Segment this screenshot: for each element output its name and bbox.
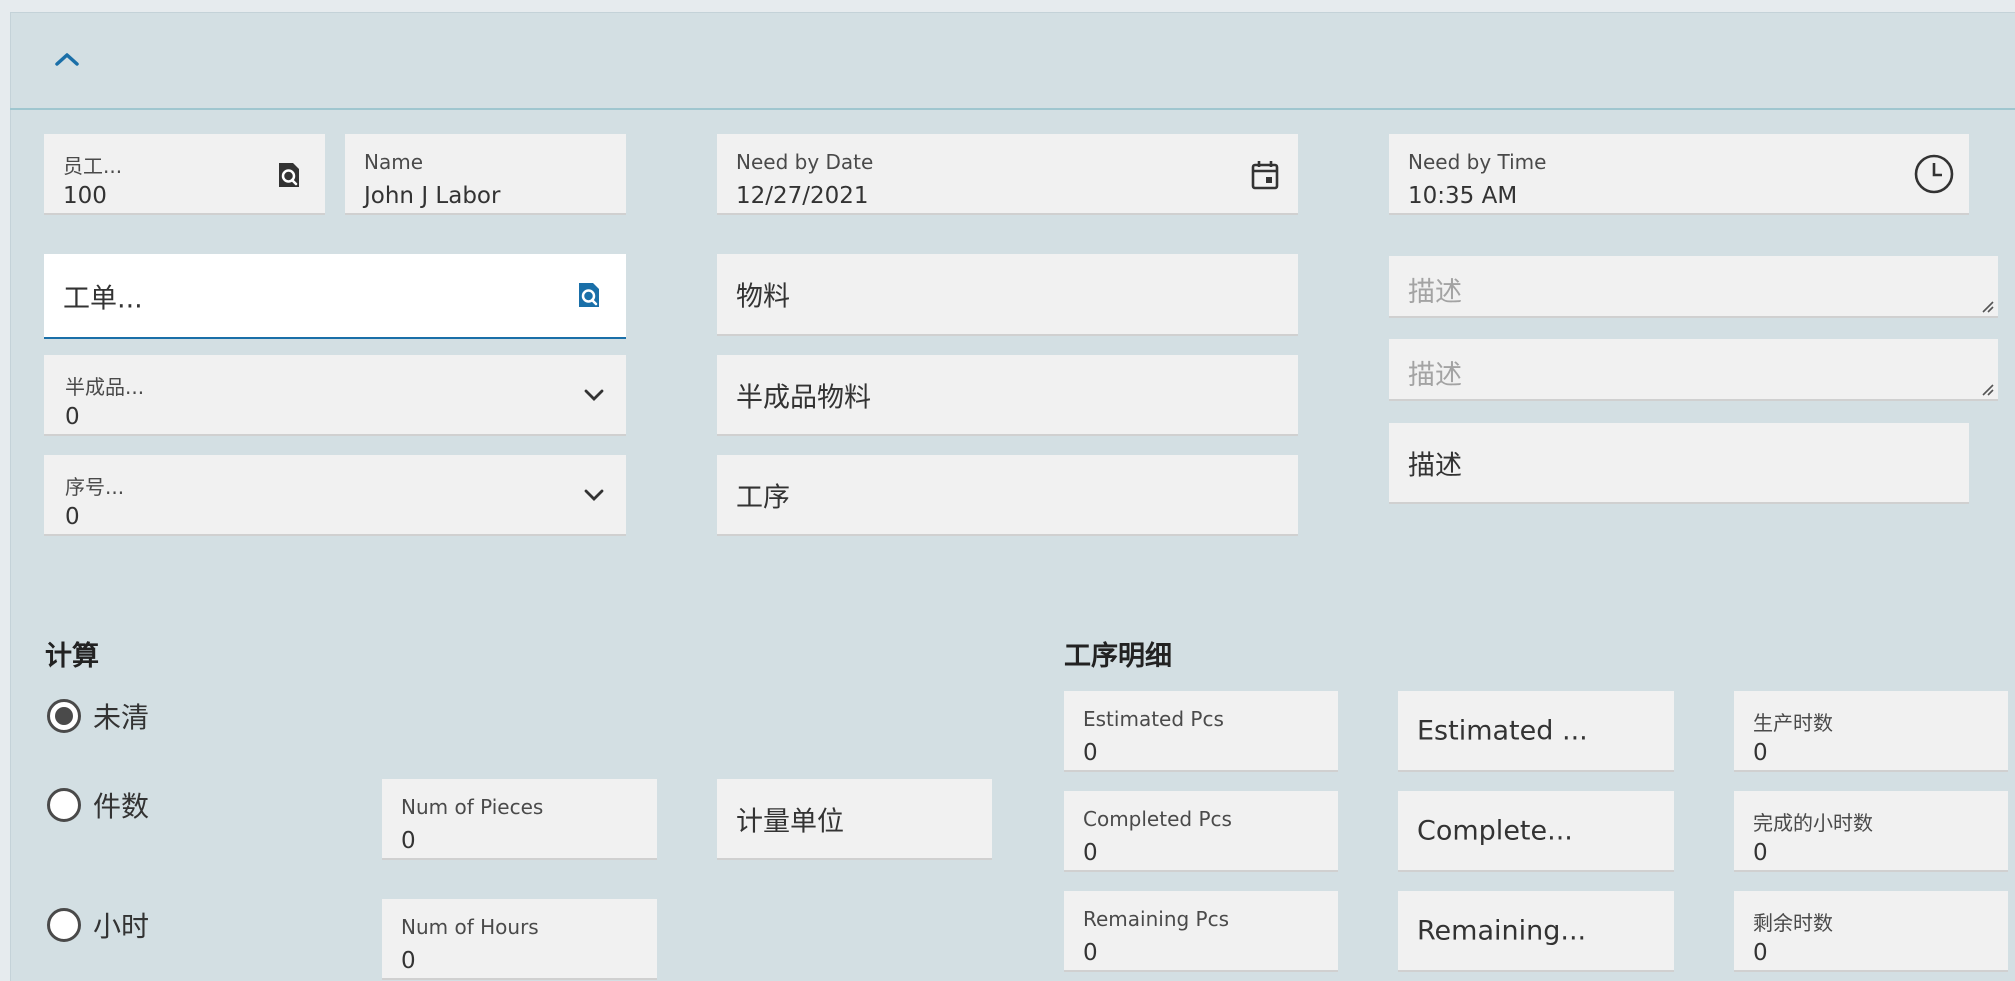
operation-desc-text: 工序 — [736, 482, 790, 513]
radio-pieces-label: 件数 — [93, 790, 150, 823]
collapse-button[interactable] — [52, 48, 82, 74]
need-by-date-value: 12/27/2021 — [736, 183, 869, 209]
num-hours-label: Num of Hours — [401, 915, 539, 939]
radio-dot — [55, 707, 73, 725]
prod-hours-value: 0 — [1753, 740, 1768, 766]
part-text: 物料 — [736, 281, 790, 313]
resize-handle-icon[interactable] — [1980, 298, 1994, 313]
assembly-part-field: 半成品物料 — [717, 355, 1298, 436]
radio-hours-label: 小时 — [93, 910, 150, 943]
chevron-down-icon[interactable] — [582, 383, 606, 407]
operation-value: 0 — [65, 504, 80, 530]
chevron-down-icon[interactable] — [582, 483, 606, 507]
remaining-pcs-label: Remaining Pcs — [1083, 907, 1230, 931]
name-value: John J Labor — [364, 183, 501, 209]
radio-circle — [47, 908, 81, 942]
description-text-3: 描述 — [1408, 450, 1462, 481]
job-placeholder: 工单... — [63, 283, 143, 314]
remaining-hours-field: 剩余时数 0 — [1734, 891, 2008, 972]
remaining-uom-field: Remaining... — [1398, 891, 1674, 972]
search-icon[interactable] — [274, 160, 304, 190]
assembly-value: 0 — [65, 404, 80, 430]
prod-hours-field: 生产时数 0 — [1734, 691, 2008, 772]
assembly-label: 半成品... — [65, 375, 145, 399]
operation-label: 序号... — [65, 475, 125, 499]
completed-hours-field: 完成的小时数 0 — [1734, 791, 2008, 872]
resize-handle-icon[interactable] — [1980, 381, 1994, 396]
calc-section-title: 计算 — [45, 641, 99, 672]
completed-uom-text: Complete... — [1417, 815, 1573, 846]
estimated-uom-field: Estimated ... — [1398, 691, 1674, 772]
completed-hours-label: 完成的小时数 — [1753, 811, 1873, 835]
completed-pcs-label: Completed Pcs — [1083, 807, 1232, 831]
num-pieces-value: 0 — [401, 828, 416, 854]
remaining-hours-value: 0 — [1753, 940, 1768, 966]
completed-hours-value: 0 — [1753, 840, 1768, 866]
calendar-icon[interactable] — [1248, 158, 1282, 192]
description-placeholder-1: 描述 — [1408, 277, 1462, 308]
description-placeholder-2: 描述 — [1408, 360, 1462, 391]
need-by-time-field[interactable]: Need by Time 10:35 AM — [1389, 134, 1969, 215]
assembly-select[interactable]: 半成品... 0 — [44, 355, 626, 436]
chevron-up-icon — [54, 51, 80, 71]
num-pieces-label: Num of Pieces — [401, 795, 544, 819]
operation-desc-field: 工序 — [717, 455, 1298, 536]
estimated-pcs-field: Estimated Pcs 0 — [1064, 691, 1338, 772]
remaining-hours-label: 剩余时数 — [1753, 911, 1833, 935]
need-by-time-value: 10:35 AM — [1408, 183, 1518, 209]
panel-header — [10, 12, 2015, 110]
radio-circle — [47, 788, 81, 822]
radio-hours[interactable]: 小时 — [47, 905, 149, 945]
radio-pieces[interactable]: 件数 — [47, 785, 149, 825]
description-textarea-1[interactable]: 描述 — [1389, 256, 1998, 318]
need-by-date-field[interactable]: Need by Date 12/27/2021 — [717, 134, 1298, 215]
remaining-uom-text: Remaining... — [1417, 915, 1587, 946]
employee-label: 员工... — [63, 154, 123, 178]
description-field-3: 描述 — [1389, 423, 1969, 504]
completed-uom-field: Complete... — [1398, 791, 1674, 872]
need-by-date-label: Need by Date — [736, 150, 874, 174]
operation-select[interactable]: 序号... 0 — [44, 455, 626, 536]
completed-pcs-field: Completed Pcs 0 — [1064, 791, 1338, 872]
description-textarea-2[interactable]: 描述 — [1389, 339, 1998, 401]
need-by-time-label: Need by Time — [1408, 150, 1547, 174]
num-pieces-field[interactable]: Num of Pieces 0 — [382, 779, 657, 860]
clock-icon[interactable] — [1912, 152, 1956, 196]
uom-text: 计量单位 — [736, 806, 844, 837]
job-input[interactable]: 工单... — [44, 254, 626, 339]
num-hours-field[interactable]: Num of Hours 0 — [382, 899, 657, 980]
employee-value: 100 — [63, 183, 107, 209]
name-field: Name John J Labor — [345, 134, 626, 215]
prod-hours-label: 生产时数 — [1753, 711, 1833, 735]
radio-open[interactable]: 未清 — [47, 696, 149, 736]
search-icon[interactable] — [574, 280, 604, 310]
assembly-part-text: 半成品物料 — [736, 382, 871, 413]
name-label: Name — [364, 150, 424, 174]
remaining-pcs-field: Remaining Pcs 0 — [1064, 891, 1338, 972]
uom-field: 计量单位 — [717, 779, 992, 860]
num-hours-value: 0 — [401, 948, 416, 974]
estimated-pcs-label: Estimated Pcs — [1083, 707, 1224, 731]
remaining-pcs-value: 0 — [1083, 940, 1098, 966]
part-field: 物料 — [717, 254, 1298, 336]
employee-field[interactable]: 员工... 100 — [44, 134, 325, 215]
completed-pcs-value: 0 — [1083, 840, 1098, 866]
radio-circle — [47, 699, 81, 733]
radio-open-label: 未清 — [93, 701, 150, 734]
estimated-uom-text: Estimated ... — [1417, 715, 1588, 746]
op-details-title: 工序明细 — [1064, 641, 1172, 672]
estimated-pcs-value: 0 — [1083, 740, 1098, 766]
